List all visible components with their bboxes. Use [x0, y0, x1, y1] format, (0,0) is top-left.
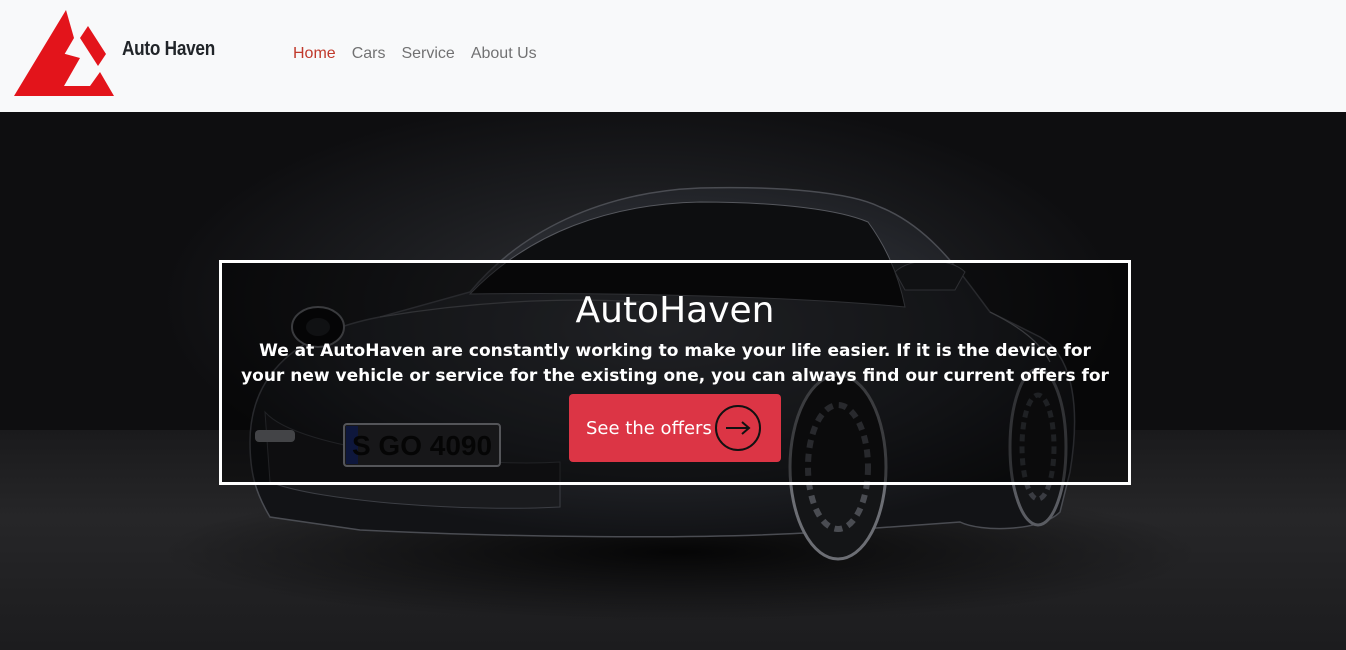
see-offers-button[interactable]: See the offers — [569, 394, 781, 462]
nav-item-about-us[interactable]: About Us — [471, 44, 537, 64]
brand-name[interactable]: Auto Haven — [122, 38, 215, 61]
navbar: Auto Haven Home Cars Service About Us — [0, 0, 1346, 112]
main-nav: Home Cars Service About Us — [293, 44, 553, 64]
nav-item-cars[interactable]: Cars — [352, 44, 386, 64]
see-offers-label: See the offers — [586, 417, 712, 439]
nav-item-service[interactable]: Service — [401, 44, 454, 64]
hero-title: AutoHaven — [575, 290, 775, 331]
hero-content-box: AutoHaven We at AutoHaven are constantly… — [219, 260, 1131, 485]
autohaven-logo-icon[interactable] — [14, 10, 118, 100]
arrow-right-circle-icon — [715, 405, 761, 451]
hero-section: S GO 4090 AutoHaven We at AutoHaven are … — [0, 112, 1346, 650]
nav-item-home[interactable]: Home — [293, 44, 336, 64]
